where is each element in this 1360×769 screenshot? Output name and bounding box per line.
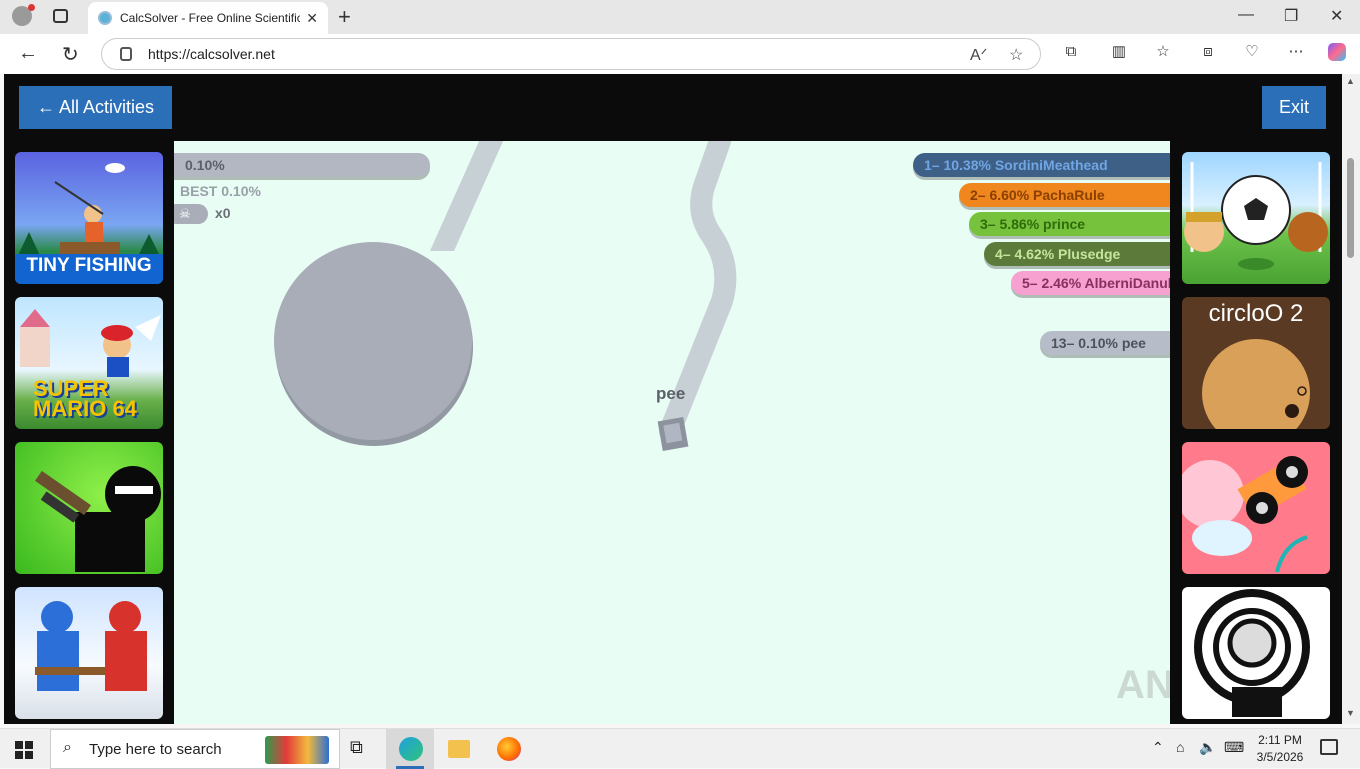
thumbnail-title: SUPER MARIO 64	[33, 376, 137, 421]
thumbnail-spiral[interactable]	[1182, 587, 1330, 719]
page-scrollbar[interactable]: ▲ ▼	[1342, 74, 1360, 724]
favorites-icon[interactable]: ☆	[1154, 43, 1172, 61]
task-view-icon[interactable]: ⧉	[350, 737, 370, 761]
spiral-art	[1194, 589, 1310, 717]
player-progress-bar: 0.10%	[174, 153, 430, 177]
new-tab-button[interactable]: +	[338, 4, 351, 30]
leaderboard-entry-5: 5– 2.46% AlberniDanube	[1011, 271, 1170, 295]
site-favicon-icon	[98, 11, 112, 25]
favorite-star-icon[interactable]: ☆	[1009, 45, 1023, 65]
skull-icon: ☠	[179, 206, 191, 221]
firefox-icon[interactable]	[497, 737, 521, 761]
windows-taskbar: ⌕ Type here to search ⧉ ⌃ ⌂ 🔈 ⌨ 2:11 PM …	[0, 728, 1360, 769]
best-score: BEST 0.10%	[180, 183, 261, 199]
taskbar-search-box[interactable]: ⌕ Type here to search	[50, 729, 340, 769]
lock-icon[interactable]	[120, 47, 132, 61]
all-activities-button[interactable]: ← All Activities	[19, 86, 172, 129]
thumbnail-tiny-fishing[interactable]: TINY FISHING	[15, 152, 163, 284]
stickman-art	[34, 466, 161, 572]
profile-avatar-icon[interactable]	[12, 4, 35, 26]
thumbnail-stickman[interactable]	[15, 442, 163, 574]
search-icon: ⌕	[63, 739, 72, 756]
taskbar-edge-active[interactable]	[386, 729, 434, 769]
back-arrow-icon[interactable]: ←	[18, 42, 38, 65]
read-aloud-icon[interactable]: Aᐟ	[970, 45, 987, 65]
soccer-art	[1184, 162, 1328, 270]
windows-start-icon[interactable]	[15, 741, 33, 765]
minimize-icon[interactable]: —	[1238, 6, 1254, 24]
restore-icon[interactable]: ❐	[1284, 6, 1298, 26]
url-text: https://calcsolver.net	[148, 46, 275, 62]
kills-badge: ☠	[174, 204, 208, 224]
leaderboard-text: 1– 10.38% SordiniMeathead	[924, 157, 1108, 173]
language-icon[interactable]: ⌨	[1224, 739, 1244, 763]
monster-truck-art	[1182, 456, 1308, 573]
url-field[interactable]: https://calcsolver.net Aᐟ ☆	[101, 38, 1041, 70]
player-name-label: pee	[656, 384, 686, 403]
leaderboard-entry-3: 3– 5.86% prince	[969, 212, 1170, 236]
clock-date: 3/5/2026	[1256, 750, 1304, 764]
thumbnail-monster-truck[interactable]	[1182, 442, 1330, 574]
taskbar-clock[interactable]: 2:11 PM 3/5/2026	[1248, 732, 1312, 766]
refresh-icon[interactable]: ↻	[62, 42, 79, 67]
leaderboard-text: 3– 5.86% prince	[980, 216, 1086, 232]
scroll-up-icon[interactable]: ▲	[1346, 76, 1355, 86]
scrollbar-thumb[interactable]	[1347, 158, 1354, 258]
network-icon[interactable]: ⌂	[1176, 739, 1184, 763]
ragdoll-art	[35, 601, 147, 691]
collections-icon[interactable]: ⧈	[1199, 43, 1217, 61]
close-tab-icon[interactable]: ✕	[306, 10, 318, 27]
exit-button[interactable]: Exit	[1262, 86, 1326, 129]
close-window-icon[interactable]: ✕	[1330, 6, 1343, 26]
search-placeholder: Type here to search	[89, 740, 222, 758]
kills-count: x0	[215, 205, 231, 221]
tab-bar: CalcSolver - Free Online Scientific ✕ + …	[0, 0, 1360, 34]
more-menu-icon[interactable]: ⋯	[1287, 43, 1305, 61]
player-progress-text: 0.10%	[185, 157, 225, 173]
file-explorer-icon[interactable]	[448, 740, 470, 758]
leaderboard-entry-1: 1– 10.38% SordiniMeathead	[913, 153, 1170, 177]
extensions-icon[interactable]: ⧉	[1062, 43, 1080, 61]
address-bar-row: ← ↻ https://calcsolver.net Aᐟ ☆ ⧉ ▥ ☆ ⧈ …	[0, 34, 1360, 74]
show-hidden-icons[interactable]: ⌃	[1152, 739, 1164, 763]
clock-time: 2:11 PM	[1258, 733, 1302, 747]
search-highlight-icon	[265, 736, 329, 764]
leaderboard-entry-2: 2– 6.60% PachaRule	[959, 183, 1170, 207]
split-screen-icon[interactable]: ▥	[1110, 43, 1128, 61]
leaderboard-entry-4: 4– 4.62% Plusedge	[984, 242, 1170, 266]
thumbnail-title: TINY FISHING	[26, 255, 152, 276]
thumbnail-title: circloO 2	[1208, 300, 1304, 327]
leaderboard-text: 4– 4.62% Plusedge	[995, 246, 1121, 262]
tab-title: CalcSolver - Free Online Scientific	[120, 11, 301, 25]
leaderboard-text: 2– 6.60% PachaRule	[970, 187, 1105, 203]
leaderboard-text: 13– 0.10% pee	[1051, 335, 1146, 351]
scroll-down-icon[interactable]: ▼	[1346, 708, 1355, 718]
thumbnail-soccer[interactable]	[1182, 152, 1330, 284]
notifications-icon[interactable]	[1320, 739, 1338, 755]
leaderboard-entry-self: 13– 0.10% pee	[1040, 331, 1170, 355]
game-canvas[interactable]: 0.10% BEST 0.10% ☠ x0 pee 1– 10.38% Sord…	[174, 141, 1170, 724]
thumbnail-circloo[interactable]: circloO 2	[1182, 297, 1330, 429]
browser-essentials-icon[interactable]: ♡	[1243, 43, 1261, 61]
copilot-icon[interactable]	[1328, 43, 1346, 61]
edge-icon	[399, 737, 423, 761]
leaderboard-text: 5– 2.46% AlberniDanube	[1022, 275, 1170, 291]
browser-tab[interactable]: CalcSolver - Free Online Scientific ✕	[88, 2, 328, 34]
thumbnail-super-mario[interactable]: SUPER MARIO 64	[15, 297, 163, 429]
thumbnail-ragdoll[interactable]	[15, 587, 163, 719]
watermark: ANY.RUN	[1116, 663, 1170, 707]
tab-actions-icon[interactable]	[53, 9, 68, 23]
volume-icon[interactable]: 🔈	[1199, 739, 1216, 763]
